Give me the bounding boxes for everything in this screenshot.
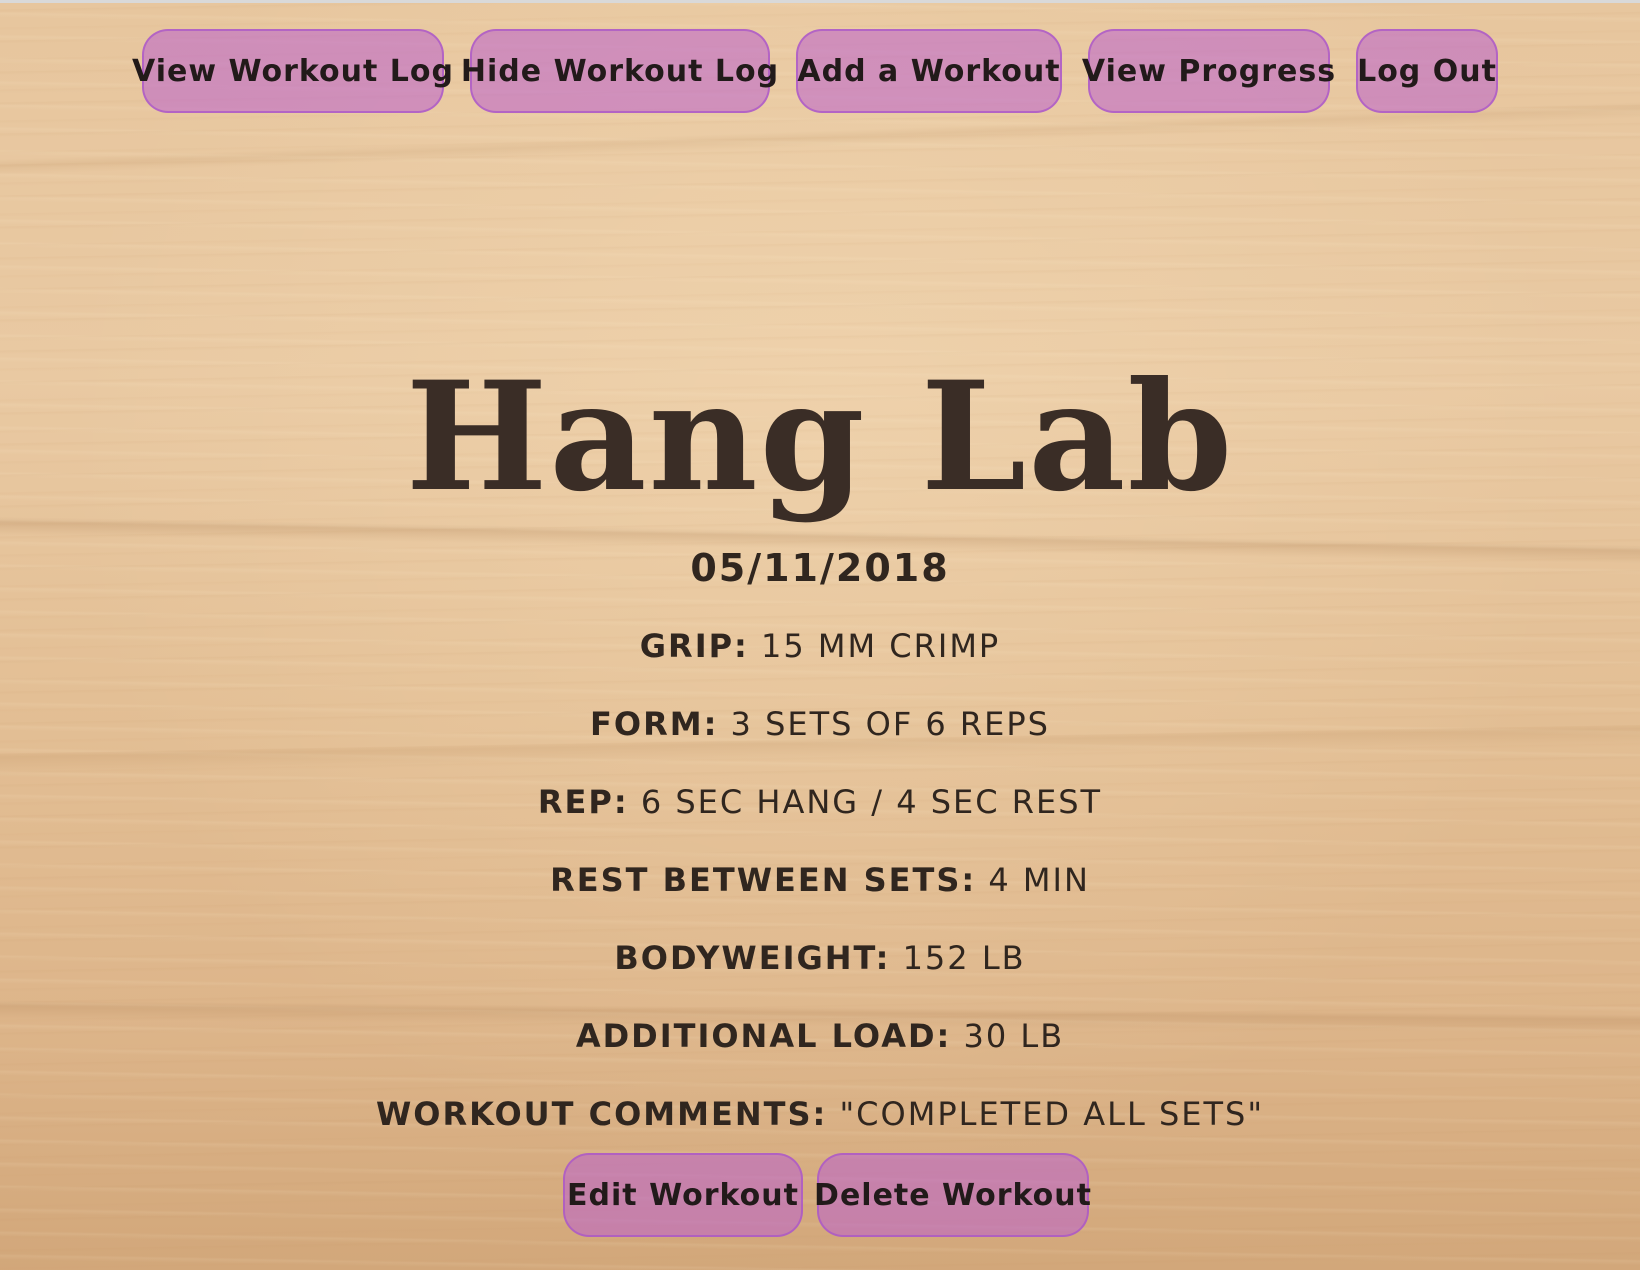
hide-workout-log-button[interactable]: Hide Workout Log [461,29,778,113]
log-out-button[interactable]: Log Out [1356,29,1498,113]
add-workout-button[interactable]: Add a Workout [796,29,1062,113]
field-label: Rest between sets: [550,861,977,899]
field-label: Bodyweight: [614,939,891,977]
field-label: Grip: [639,627,749,665]
delete-workout-button[interactable]: Delete Workout [814,1153,1091,1237]
field-value: 152 lb [902,939,1026,977]
field-label: Workout comments: [375,1095,828,1133]
field-label: Additional load: [575,1017,952,1055]
workout-date: 05/11/2018 [690,546,950,590]
workout-field-grip: Grip: 15 mm crimp [0,621,1640,671]
workout-field-form: Form: 3 sets of 6 reps [0,699,1640,749]
view-workout-log-button[interactable]: View Workout Log [132,29,453,113]
view-progress-button[interactable]: View Progress [1082,29,1335,113]
top-navigation: View Workout Log Hide Workout Log Add a … [0,29,1640,113]
field-value: 30 lb [963,1017,1065,1055]
field-value: 4 min [988,861,1090,899]
field-value: 15 mm crimp [761,627,1001,665]
workout-field-additional-load: Additional load: 30 lb [0,1011,1640,1061]
field-value: 3 sets of 6 reps [730,705,1050,743]
field-label: Rep: [537,783,629,821]
edit-workout-button[interactable]: Edit Workout [563,1153,803,1237]
workout-field-rest-between-sets: Rest between sets: 4 min [0,855,1640,905]
workout-field-comments: Workout comments: "completed all sets" [0,1089,1640,1139]
workout-actions: Edit Workout Delete Workout [0,1153,1640,1237]
field-value: "completed all sets" [839,1095,1265,1133]
app-title: Hang Lab [405,348,1235,525]
workout-field-rep: Rep: 6 sec hang / 4 sec rest [0,777,1640,827]
field-label: Form: [590,705,719,743]
workout-details: 05/11/2018 Grip: 15 mm crimp Form: 3 set… [0,543,1640,1167]
workout-field-bodyweight: Bodyweight: 152 lb [0,933,1640,983]
field-value: 6 sec hang / 4 sec rest [640,783,1103,821]
